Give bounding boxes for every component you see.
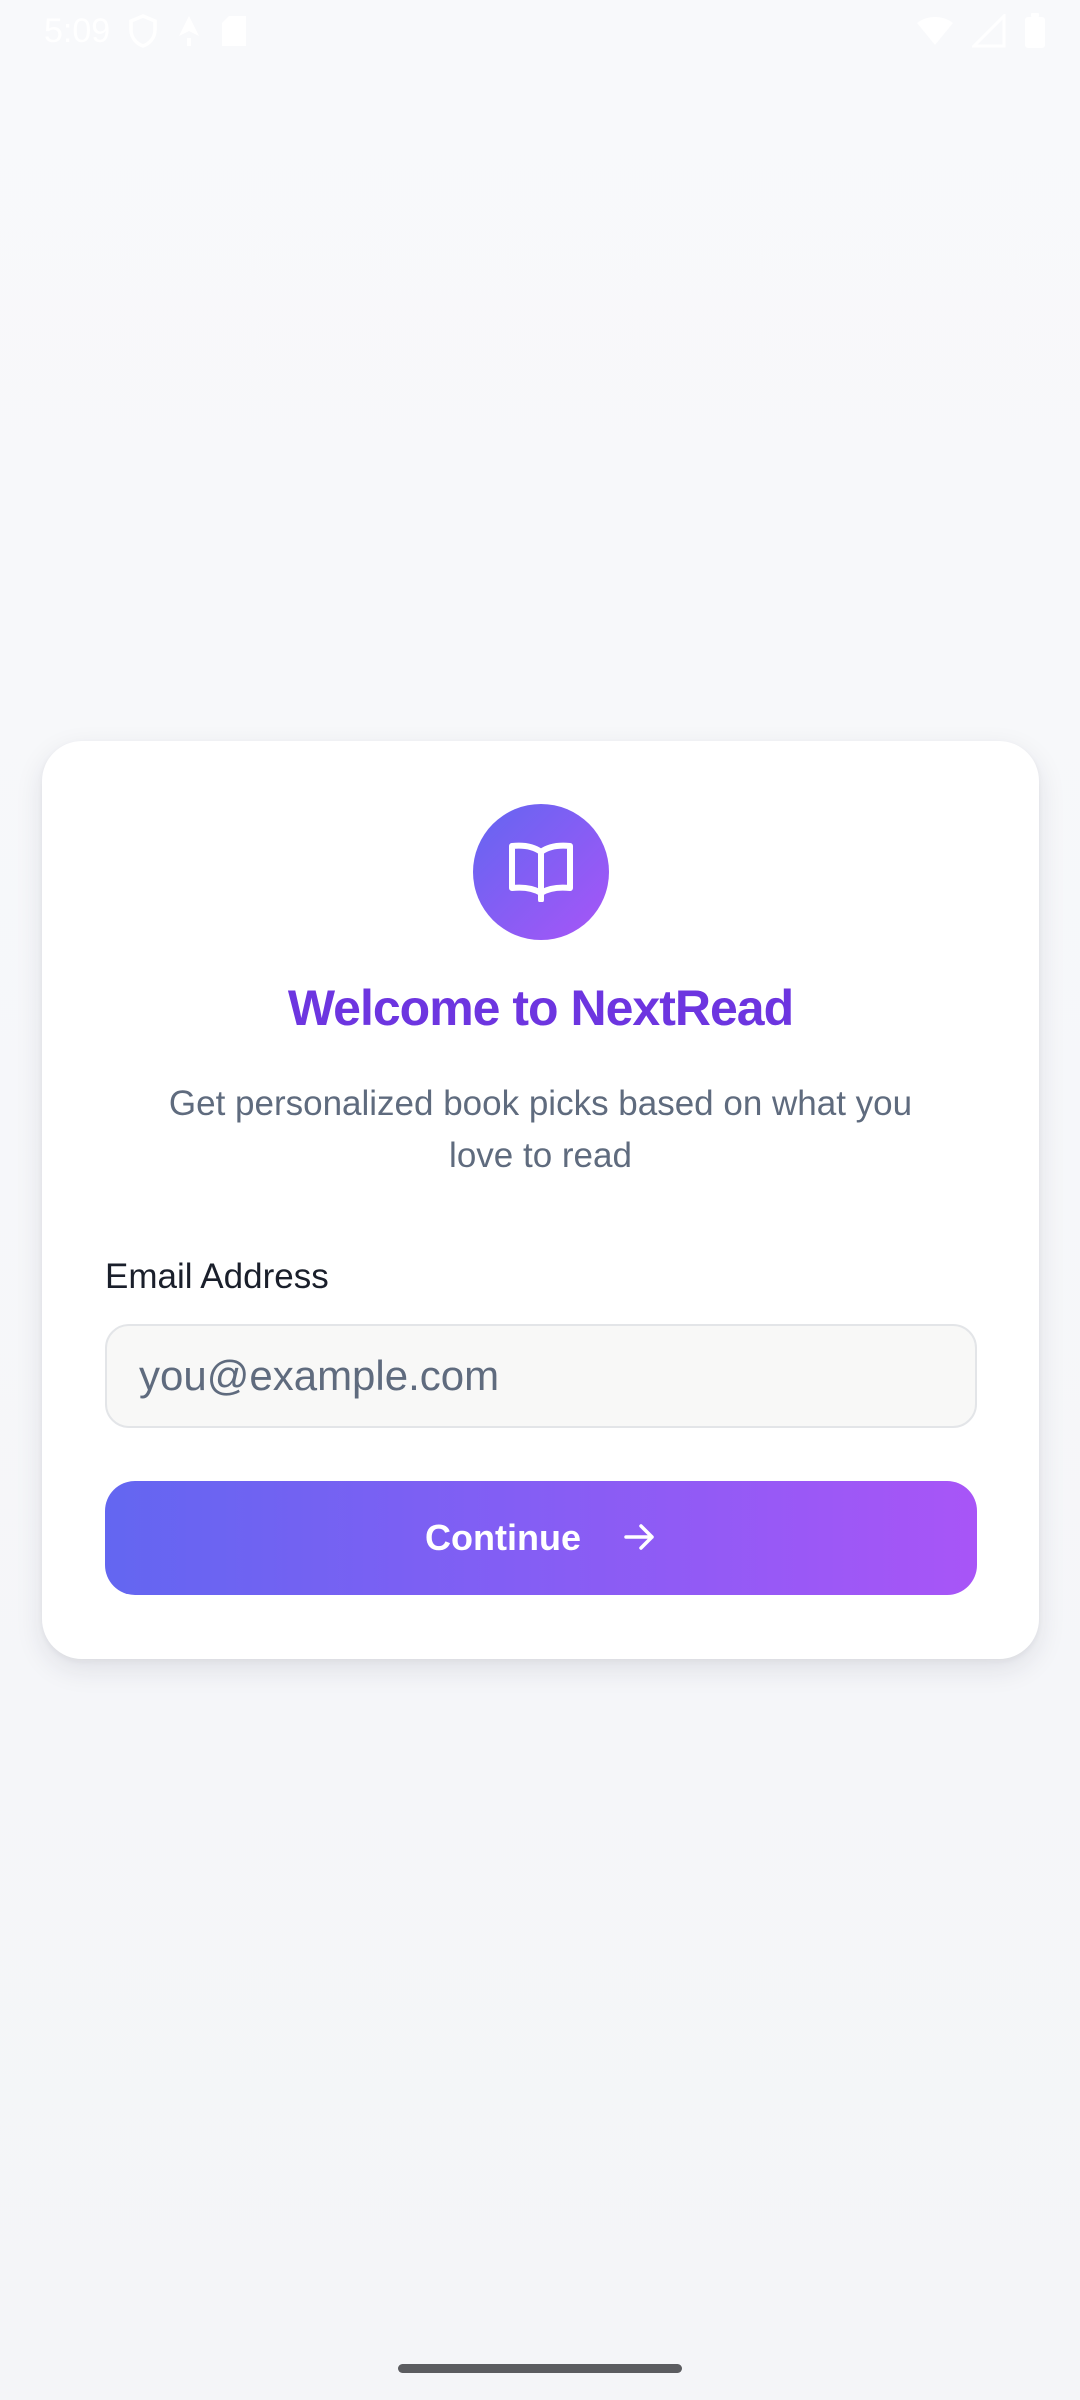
status-bar-left: 5:09 [44,12,248,51]
nav-icon [176,14,202,48]
signal-icon [972,14,1006,48]
app-logo [473,804,609,940]
page-subtitle: Get personalized book picks based on wha… [168,1084,913,1175]
home-indicator[interactable] [398,2364,682,2373]
arrow-right-icon [623,1522,657,1555]
sd-card-icon [220,14,248,48]
status-bar: 5:09 [0,0,1080,62]
battery-icon [1024,13,1046,49]
continue-button[interactable]: Continue [105,1481,977,1595]
status-bar-right [916,13,1046,49]
login-card: Welcome to NextRead Get personalized boo… [42,741,1039,1659]
page-title: Welcome to NextRead [287,980,794,1036]
open-book-icon [506,838,576,907]
email-label: Email Address [105,1257,329,1296]
wifi-icon [916,15,954,47]
email-field[interactable] [105,1324,977,1428]
status-time: 5:09 [44,11,111,50]
shield-icon [128,14,158,48]
continue-button-label: Continue [425,1517,581,1558]
